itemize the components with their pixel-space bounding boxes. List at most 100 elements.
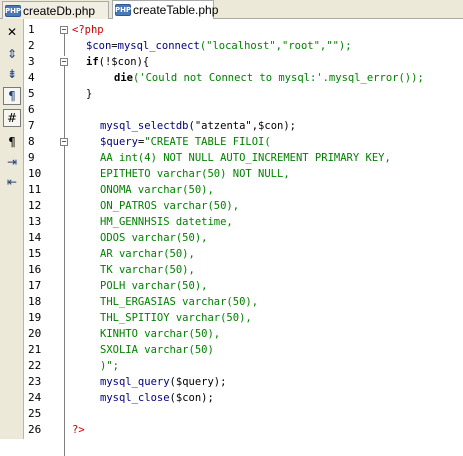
code-line-21: SXOLIA varchar(50)	[100, 342, 214, 358]
php-file-icon: PHP	[114, 4, 132, 16]
keyword: die	[114, 72, 133, 84]
line-number: 12	[28, 199, 42, 212]
tab-createdb[interactable]: PHP createDb.php	[2, 1, 109, 19]
line-number: 25	[28, 407, 42, 420]
line-numbers-icon[interactable]: #	[3, 109, 21, 127]
code-line-22: )";	[100, 358, 119, 374]
string: SXOLIA varchar(50)	[100, 344, 214, 356]
line-number: 15	[28, 247, 42, 260]
line-number: 23	[28, 375, 42, 388]
string: ODOS varchar(50),	[100, 232, 208, 244]
code-line-19: THL_SPITIOY varchar(50),	[100, 310, 252, 326]
outdent-icon[interactable]: ⇤	[3, 173, 21, 191]
line-number: 7	[28, 119, 35, 132]
string: "CREATE TABLE FILOI(	[144, 136, 271, 148]
line-number: 26	[28, 423, 42, 436]
code-line-5: }	[86, 86, 92, 102]
expression: (!$con){	[98, 56, 150, 68]
line-number: 21	[28, 343, 42, 356]
indent-icon[interactable]: ⇥	[3, 153, 21, 171]
line-number: 20	[28, 327, 42, 340]
code-line-20: KINHTO varchar(50),	[100, 326, 220, 342]
variable: $con	[86, 40, 112, 52]
fold-toggle-icon[interactable]: −	[60, 58, 68, 66]
code-line-17: POLH varchar(50),	[100, 278, 207, 294]
line-number: 18	[28, 295, 42, 308]
brace: }	[86, 88, 93, 100]
code-line-4: die('Could not Connect to mysql:'.mysql_…	[114, 70, 424, 86]
line-number: 8	[28, 135, 35, 148]
editor-toolstrip: ✕ ⇕ ⇟ ¶ # ¶ ⇥ ⇤	[0, 19, 24, 439]
line-number: 11	[28, 183, 42, 196]
keyword: if	[86, 56, 99, 68]
code-line-2: $con=mysql_connect("localhost","root",""…	[86, 38, 352, 54]
code-line-7: mysql_selectdb("atzenta",$con);	[100, 118, 296, 134]
string: HM_GENNHSIS datetime,	[100, 216, 233, 228]
line-number: 16	[28, 263, 42, 276]
arguments: ("localhost","root","");	[199, 40, 352, 52]
fold-guide	[64, 34, 65, 56]
arguments: ("atzenta",$con);	[188, 120, 296, 132]
string: AA int(4) NOT NULL AUTO_INCREMENT PRIMAR…	[100, 152, 391, 164]
code-line-24: mysql_close($con);	[100, 390, 214, 406]
code-line-9: AA int(4) NOT NULL AUTO_INCREMENT PRIMAR…	[100, 150, 391, 166]
fold-toggle-icon[interactable]: −	[60, 138, 68, 146]
expand-all-icon[interactable]: ⇕	[3, 45, 21, 63]
line-number: 19	[28, 311, 42, 324]
code-line-12: ON_PATROS varchar(50),	[100, 198, 239, 214]
string: THL_ERGASIAS varchar(50),	[100, 296, 259, 308]
function-name: mysql_close	[100, 392, 170, 404]
line-number: 6	[28, 103, 35, 116]
line-number: 22	[28, 359, 42, 372]
code-line-15: AR varchar(50),	[100, 246, 195, 262]
line-number: 14	[28, 231, 42, 244]
close-icon[interactable]: ✕	[3, 23, 21, 41]
tab-createtable[interactable]: PHP createTable.php	[112, 0, 218, 19]
code-line-16: TK varchar(50),	[100, 262, 195, 278]
code-line-10: EPITHETO varchar(50) NOT NULL,	[100, 166, 290, 182]
line-number-gutter: 1 2 3 4 5 6 7 8 9 10 11 12 13 14 15 16 1…	[24, 19, 68, 456]
function-name: mysql_selectdb	[100, 120, 189, 132]
code-line-13: HM_GENNHSIS datetime,	[100, 214, 233, 230]
expression: ('Could not Connect to mysql:'.mysql_err…	[132, 72, 424, 84]
fold-toggle-icon[interactable]: −	[60, 26, 68, 34]
string: POLH varchar(50),	[100, 280, 208, 292]
variable: $query	[100, 136, 138, 148]
line-number: 13	[28, 215, 42, 228]
code-line-8: $query="CREATE TABLE FILOI(	[100, 134, 271, 150]
line-number: 2	[28, 39, 35, 52]
php-file-icon: PHP	[4, 4, 22, 17]
php-close-tag: ?>	[72, 424, 85, 436]
function-name: mysql_connect	[117, 40, 200, 52]
line-number: 3	[28, 55, 35, 68]
show-whitespace-icon[interactable]: ¶	[3, 133, 21, 151]
code-editor[interactable]: <?php $con=mysql_connect("localhost","ro…	[72, 19, 463, 439]
word-wrap-icon[interactable]: ¶	[3, 87, 21, 105]
tab-label: createTable.php	[133, 3, 219, 17]
string: ON_PATROS varchar(50),	[100, 200, 240, 212]
code-line-23: mysql_query($query);	[100, 374, 226, 390]
php-open-tag: <?php	[72, 24, 104, 36]
string: TK varchar(50),	[100, 264, 195, 276]
fold-guide	[64, 66, 65, 456]
tab-label: createDb.php	[23, 3, 96, 18]
code-line-26: ?>	[72, 422, 85, 438]
string: KINHTO varchar(50),	[100, 328, 221, 340]
line-number: 9	[28, 151, 35, 164]
code-line-3: if(!$con){	[86, 54, 149, 70]
arguments: ($query);	[169, 376, 227, 388]
line-number: 1	[28, 23, 35, 36]
string: THL_SPITIOY varchar(50),	[100, 312, 252, 324]
line-number: 24	[28, 391, 42, 404]
collapse-all-icon[interactable]: ⇟	[3, 65, 21, 83]
string: )";	[100, 360, 119, 372]
code-line-14: ODOS varchar(50),	[100, 230, 207, 246]
code-line-11: ONOMA varchar(50),	[100, 182, 214, 198]
string: ONOMA varchar(50),	[100, 184, 214, 196]
line-number: 17	[28, 279, 42, 292]
function-name: mysql_query	[100, 376, 170, 388]
editor-tab-bar: PHP createDb.php PHP createTable.php	[0, 0, 463, 19]
arguments: ($con);	[169, 392, 214, 404]
line-number: 10	[28, 167, 42, 180]
string: AR varchar(50),	[100, 248, 195, 260]
